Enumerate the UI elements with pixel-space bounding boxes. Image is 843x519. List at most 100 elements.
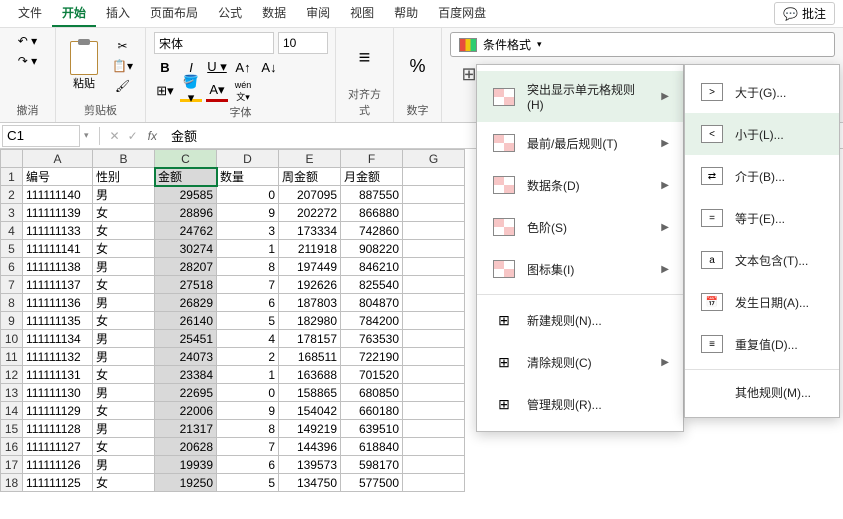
cell-C12[interactable]: 23384: [155, 366, 217, 384]
font-size-select[interactable]: [278, 32, 328, 54]
cell-F15[interactable]: 639510: [341, 420, 403, 438]
cell-A2[interactable]: 111111140: [23, 186, 93, 204]
cell-C5[interactable]: 30274: [155, 240, 217, 258]
font-family-select[interactable]: [154, 32, 274, 54]
menu-tab-5[interactable]: 数据: [252, 0, 296, 27]
menu-tab-7[interactable]: 视图: [340, 0, 384, 27]
cell-F16[interactable]: 618840: [341, 438, 403, 456]
format-painter-button[interactable]: 🖌: [108, 77, 137, 95]
cell-C13[interactable]: 22695: [155, 384, 217, 402]
cell-F4[interactable]: 742860: [341, 222, 403, 240]
menu-tab-1[interactable]: 开始: [52, 0, 96, 27]
cell-E8[interactable]: 187803: [279, 294, 341, 312]
row-header-10[interactable]: 10: [1, 330, 23, 348]
cell-F13[interactable]: 680850: [341, 384, 403, 402]
cell-B2[interactable]: 男: [93, 186, 155, 204]
select-all-corner[interactable]: [1, 150, 23, 168]
conditional-format-button[interactable]: 条件格式 ▾: [450, 32, 835, 57]
cell-B17[interactable]: 男: [93, 456, 155, 474]
menu-tab-0[interactable]: 文件: [8, 0, 52, 27]
cell-E12[interactable]: 163688: [279, 366, 341, 384]
row-header-11[interactable]: 11: [1, 348, 23, 366]
bold-button[interactable]: B: [154, 56, 176, 78]
cf-menu-item-4[interactable]: 图标集(I) ▶: [477, 248, 683, 290]
cell-D10[interactable]: 4: [217, 330, 279, 348]
cf-menu-item2-0[interactable]: ⊞ 新建规则(N)...: [477, 299, 683, 341]
cell-C17[interactable]: 19939: [155, 456, 217, 474]
col-header-G[interactable]: G: [403, 150, 465, 168]
cell-B7[interactable]: 女: [93, 276, 155, 294]
cell-F7[interactable]: 825540: [341, 276, 403, 294]
cell-A12[interactable]: 111111131: [23, 366, 93, 384]
cell-C7[interactable]: 27518: [155, 276, 217, 294]
cell-D15[interactable]: 8: [217, 420, 279, 438]
cell-C4[interactable]: 24762: [155, 222, 217, 240]
cell-A11[interactable]: 111111132: [23, 348, 93, 366]
cell-E1[interactable]: 周金额: [279, 168, 341, 186]
cell-D14[interactable]: 9: [217, 402, 279, 420]
cell-A9[interactable]: 111111135: [23, 312, 93, 330]
highlight-other-rules[interactable]: 其他规则(M)...: [685, 374, 839, 411]
cell-A4[interactable]: 111111133: [23, 222, 93, 240]
cell-A14[interactable]: 111111129: [23, 402, 93, 420]
cell-E9[interactable]: 182980: [279, 312, 341, 330]
cell-G4[interactable]: [403, 222, 465, 240]
cf-menu-item-0[interactable]: 突出显示单元格规则(H) ▶: [477, 71, 683, 122]
cell-E4[interactable]: 173334: [279, 222, 341, 240]
cell-F10[interactable]: 763530: [341, 330, 403, 348]
cell-A3[interactable]: 111111139: [23, 204, 93, 222]
cell-F5[interactable]: 908220: [341, 240, 403, 258]
cell-A5[interactable]: 111111141: [23, 240, 93, 258]
border-button[interactable]: ⊞▾: [154, 80, 176, 102]
cell-G3[interactable]: [403, 204, 465, 222]
cell-B6[interactable]: 男: [93, 258, 155, 276]
row-header-3[interactable]: 3: [1, 204, 23, 222]
row-header-6[interactable]: 6: [1, 258, 23, 276]
cell-G8[interactable]: [403, 294, 465, 312]
redo-button[interactable]: ↷ ▾: [14, 52, 41, 70]
cell-C6[interactable]: 28207: [155, 258, 217, 276]
cell-D13[interactable]: 0: [217, 384, 279, 402]
cell-F8[interactable]: 804870: [341, 294, 403, 312]
cell-B3[interactable]: 女: [93, 204, 155, 222]
row-header-16[interactable]: 16: [1, 438, 23, 456]
cell-E3[interactable]: 202272: [279, 204, 341, 222]
cell-D16[interactable]: 7: [217, 438, 279, 456]
cell-E2[interactable]: 207095: [279, 186, 341, 204]
col-header-D[interactable]: D: [217, 150, 279, 168]
cell-E11[interactable]: 168511: [279, 348, 341, 366]
font-color-button[interactable]: A▾: [206, 80, 228, 102]
undo-button[interactable]: ↶ ▾: [14, 32, 41, 50]
cell-D3[interactable]: 9: [217, 204, 279, 222]
cell-G18[interactable]: [403, 474, 465, 492]
row-header-4[interactable]: 4: [1, 222, 23, 240]
cell-D1[interactable]: 数量: [217, 168, 279, 186]
row-header-14[interactable]: 14: [1, 402, 23, 420]
row-header-5[interactable]: 5: [1, 240, 23, 258]
cell-A15[interactable]: 111111128: [23, 420, 93, 438]
increase-font-button[interactable]: A↑: [232, 56, 254, 78]
col-header-E[interactable]: E: [279, 150, 341, 168]
cell-E14[interactable]: 154042: [279, 402, 341, 420]
col-header-A[interactable]: A: [23, 150, 93, 168]
cell-D12[interactable]: 1: [217, 366, 279, 384]
cell-B18[interactable]: 女: [93, 474, 155, 492]
cell-E13[interactable]: 158865: [279, 384, 341, 402]
cell-E6[interactable]: 197449: [279, 258, 341, 276]
cell-D11[interactable]: 2: [217, 348, 279, 366]
cell-F11[interactable]: 722190: [341, 348, 403, 366]
row-header-18[interactable]: 18: [1, 474, 23, 492]
cell-G11[interactable]: [403, 348, 465, 366]
phonetic-button[interactable]: wén文▾: [232, 80, 254, 102]
menu-tab-6[interactable]: 审阅: [296, 0, 340, 27]
col-header-C[interactable]: C: [155, 150, 217, 168]
cell-A8[interactable]: 111111136: [23, 294, 93, 312]
cell-F14[interactable]: 660180: [341, 402, 403, 420]
cell-G12[interactable]: [403, 366, 465, 384]
cell-D9[interactable]: 5: [217, 312, 279, 330]
cell-D6[interactable]: 8: [217, 258, 279, 276]
cell-C18[interactable]: 19250: [155, 474, 217, 492]
cell-A10[interactable]: 111111134: [23, 330, 93, 348]
cell-G6[interactable]: [403, 258, 465, 276]
cell-B4[interactable]: 女: [93, 222, 155, 240]
